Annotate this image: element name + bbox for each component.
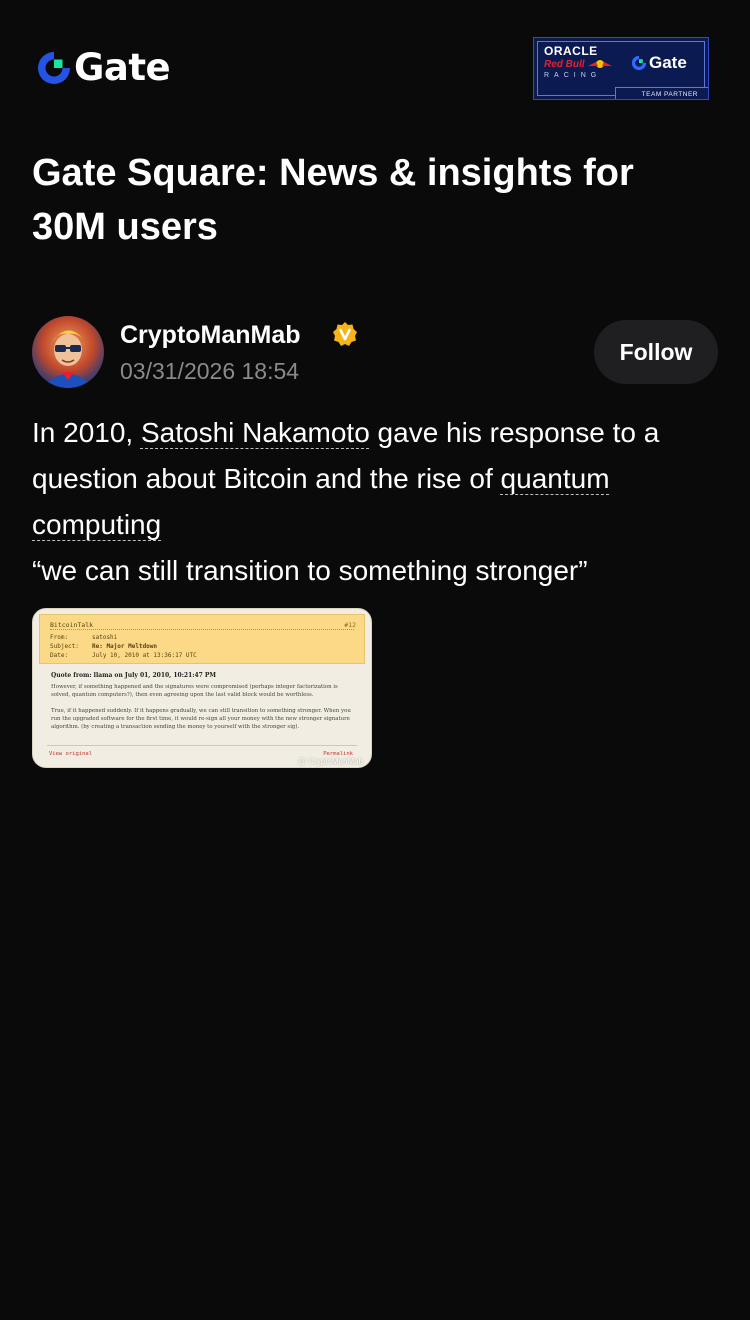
racing-label: RACING bbox=[544, 72, 602, 79]
redbull-label: Red Bull bbox=[544, 59, 585, 70]
follow-button[interactable]: Follow bbox=[594, 320, 718, 384]
post-author-row: CryptoManMab 03/31/2026 18:54 Follow bbox=[32, 316, 718, 388]
author-name[interactable]: CryptoManMab bbox=[120, 318, 301, 352]
quote-header: Quote from: llama on July 01, 2010, 10:2… bbox=[51, 672, 217, 679]
date-value: July 10, 2010 at 13:36:17 UTC bbox=[92, 652, 197, 659]
team-partner-label: TEAM PARTNER bbox=[641, 91, 698, 98]
from-value: satoshi bbox=[92, 634, 118, 641]
forum-post-header: BitcoinTalk #12 From: satoshi Subject: R… bbox=[39, 614, 365, 664]
gate-logo[interactable]: Gate bbox=[36, 46, 171, 89]
gate-logo-icon bbox=[631, 55, 647, 71]
partner-gate-text: Gate bbox=[649, 53, 687, 72]
oracle-label: ORACLE bbox=[544, 44, 598, 58]
subject-label: Subject: bbox=[50, 643, 79, 650]
avatar-image bbox=[32, 316, 104, 388]
topic-link-satoshi-nakamoto[interactable]: Satoshi Nakamoto bbox=[141, 417, 370, 448]
post-number: #12 bbox=[344, 621, 356, 629]
post-timestamp: 03/31/2026 18:54 bbox=[120, 358, 300, 384]
partner-gate-logo: Gate bbox=[631, 53, 687, 73]
from-label: From: bbox=[50, 634, 69, 641]
forum-name: BitcoinTalk bbox=[50, 621, 94, 629]
verified-badge-icon bbox=[333, 322, 357, 346]
divider bbox=[47, 745, 357, 746]
reply-text: True, if it happened suddenly. If it hap… bbox=[51, 708, 351, 730]
quoted-text: However, if something happened and the s… bbox=[51, 684, 338, 698]
redbull-icon bbox=[588, 60, 612, 68]
post-quote: “we can still transition to something st… bbox=[32, 555, 588, 586]
post-body: In 2010, Satoshi Nakamoto gave his respo… bbox=[32, 410, 722, 594]
date-label: Date: bbox=[50, 652, 69, 659]
image-watermark: @ CryptoManMab bbox=[297, 757, 363, 766]
avatar[interactable] bbox=[32, 316, 104, 388]
header: Gate ORACLE Red Bull RACING Gate TEAM PA… bbox=[0, 0, 750, 140]
brand-name: Gate bbox=[74, 46, 171, 89]
gate-logo-icon bbox=[38, 52, 70, 84]
view-original-link: View original bbox=[49, 751, 93, 757]
subject-value: Re: Major Meltdown bbox=[92, 643, 158, 650]
page-title: Gate Square: News & insights for 30M use… bbox=[32, 152, 634, 248]
post-image[interactable]: BitcoinTalk #12 From: satoshi Subject: R… bbox=[32, 608, 372, 768]
post-text: In 2010, bbox=[32, 417, 141, 448]
divider bbox=[50, 629, 354, 630]
team-partner-badge: ORACLE Red Bull RACING Gate TEAM PARTNER bbox=[533, 37, 709, 100]
